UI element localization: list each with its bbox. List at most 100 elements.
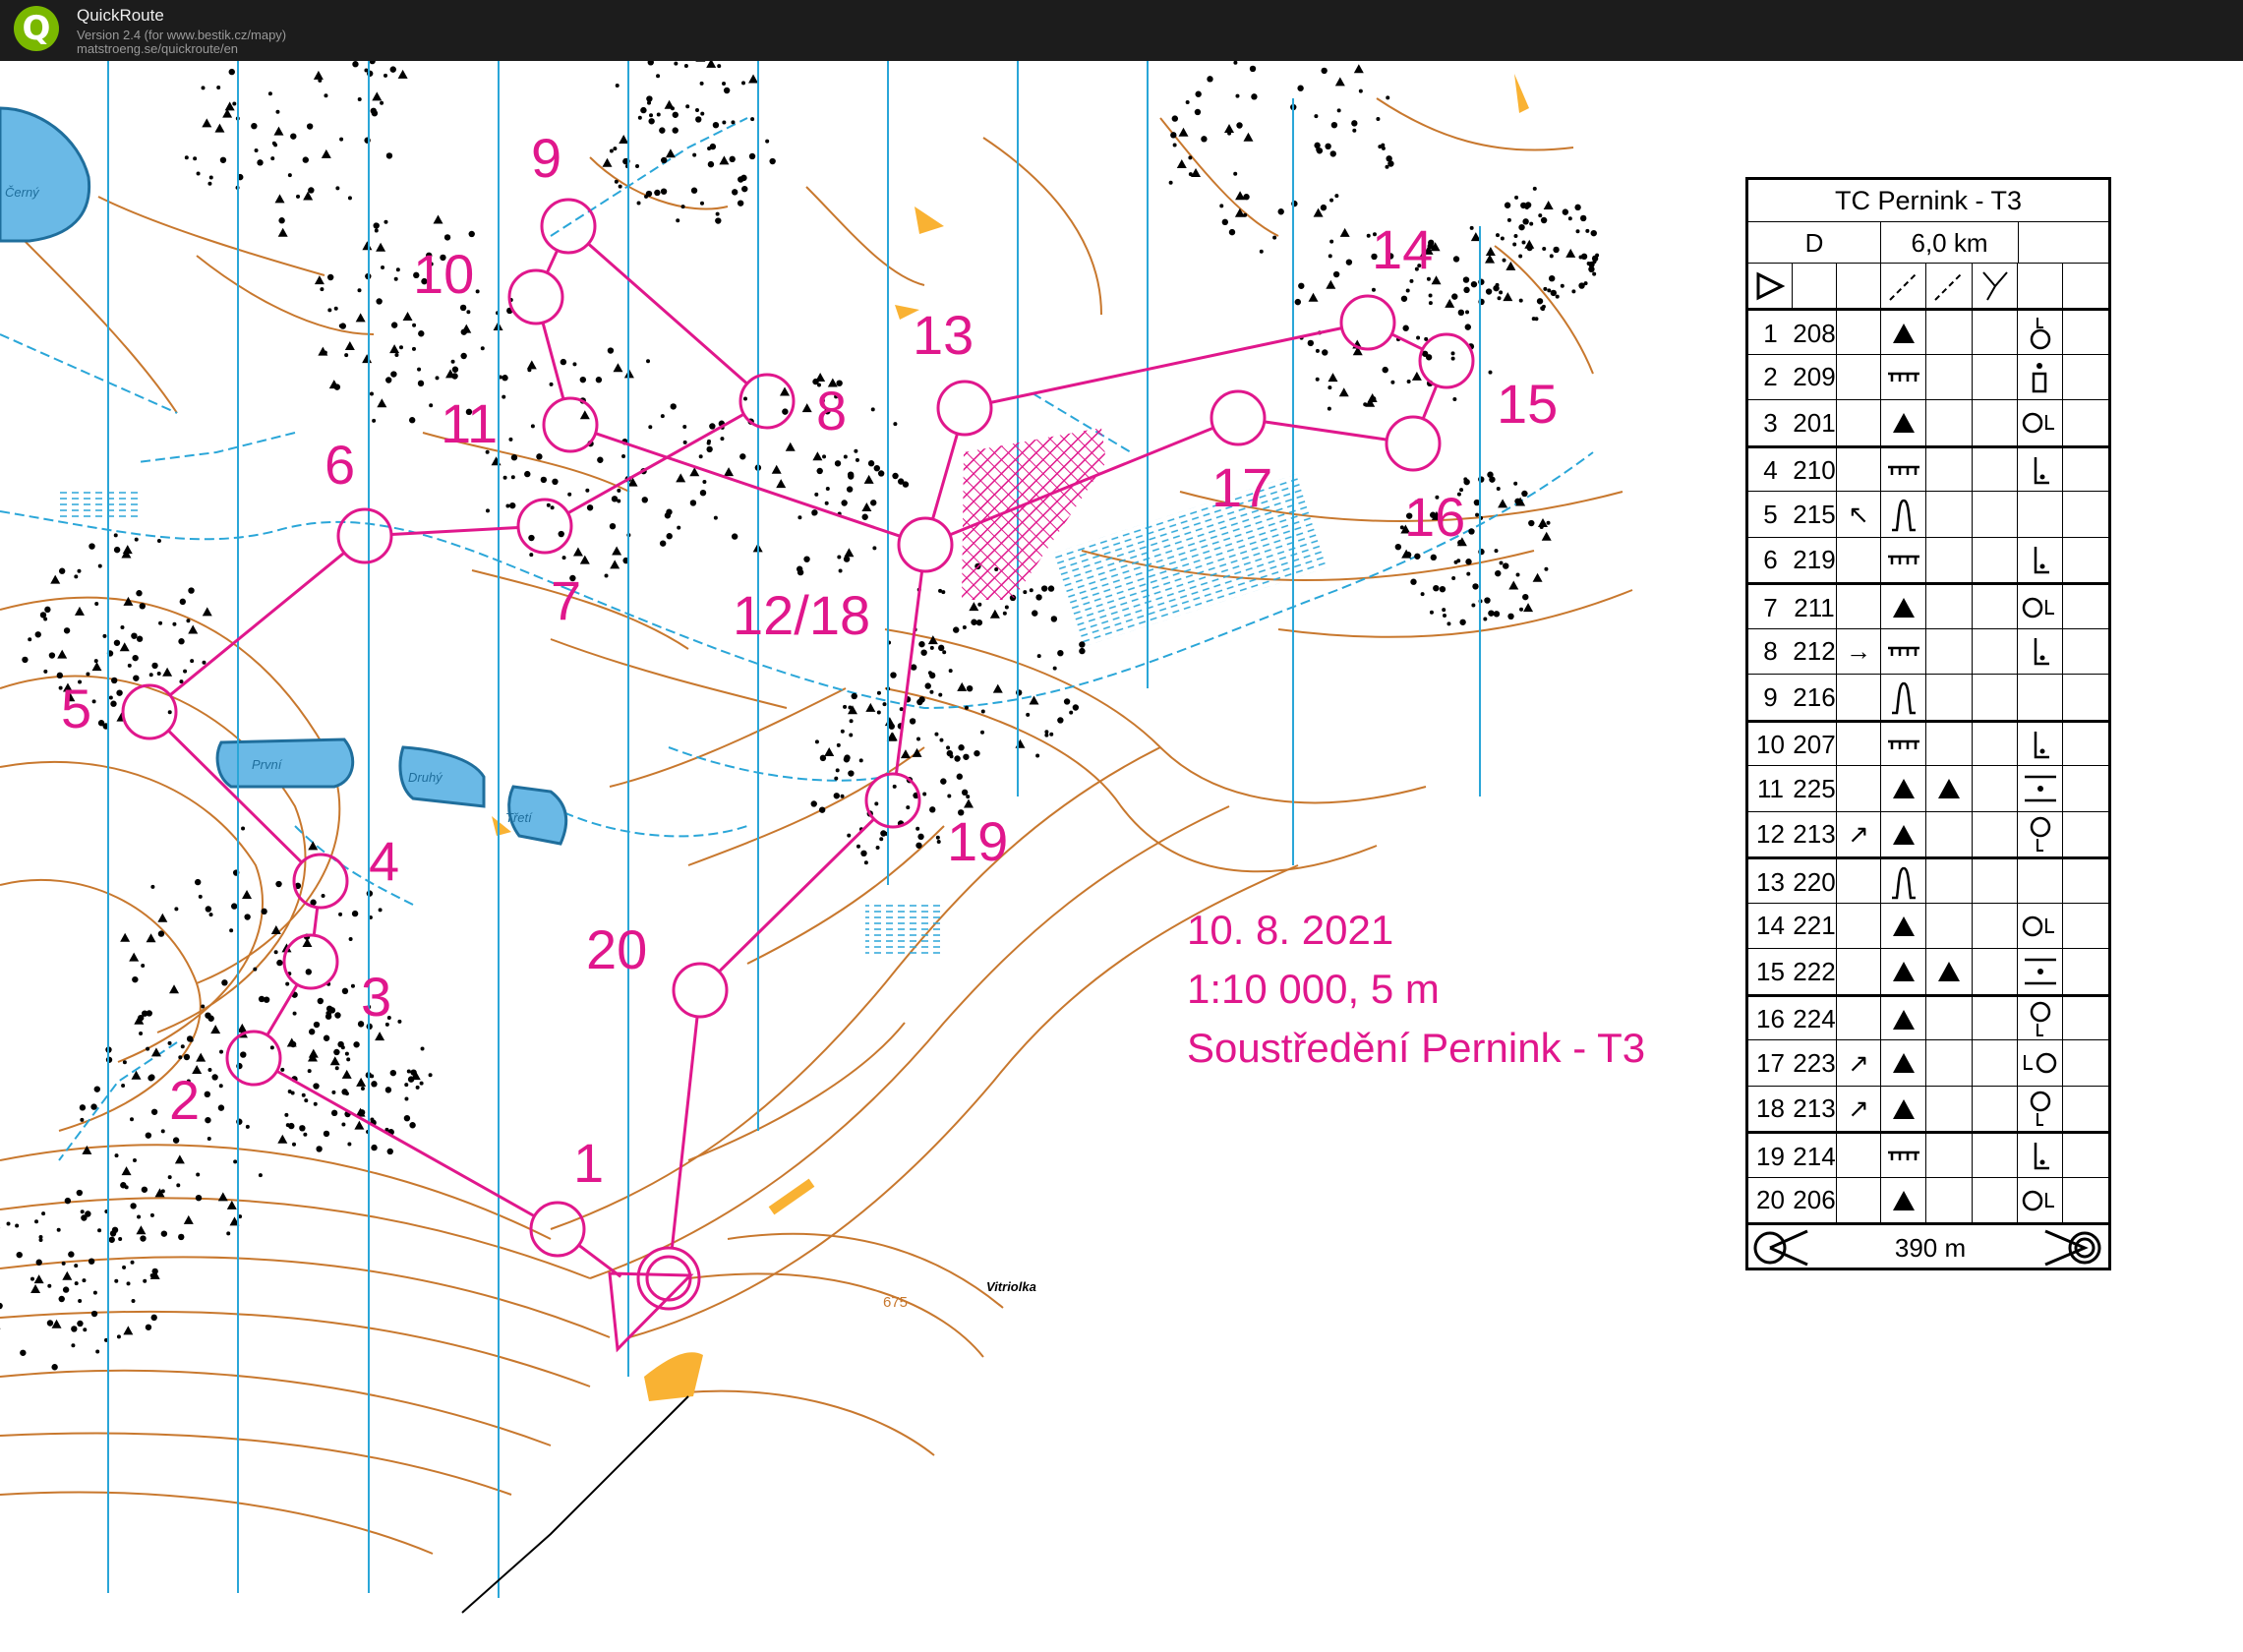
- rock-dot: [816, 467, 823, 475]
- rock-dot: [1574, 204, 1581, 211]
- control-code: 225: [1793, 766, 1837, 812]
- rock-dot: [102, 633, 107, 638]
- rock-dot: [338, 324, 343, 328]
- feature-symbol-cell: [1881, 628, 1926, 675]
- feature-symbol-cell-2: [1926, 585, 1973, 631]
- rock-dot: [90, 1310, 98, 1318]
- rock-dot: [672, 127, 679, 134]
- rock-dot: [384, 73, 388, 78]
- description-row: 19 214: [1748, 1131, 2108, 1180]
- rock-dot: [480, 346, 485, 351]
- appearance-cell: [1973, 675, 2018, 721]
- rock-dot: [261, 908, 267, 915]
- rock-dot: [1050, 616, 1058, 622]
- rock-dot: [394, 352, 399, 357]
- rock-dot: [1542, 246, 1547, 251]
- rock-dot: [870, 500, 877, 506]
- rock-dot: [1410, 578, 1417, 585]
- description-row: 1 208: [1748, 308, 2108, 357]
- rock-dot: [618, 184, 622, 189]
- rock-dot: [393, 276, 398, 281]
- rock-dot: [1185, 99, 1190, 104]
- rock-dot: [1465, 559, 1472, 565]
- rock-dot: [371, 109, 379, 117]
- boulder-icon: [1892, 824, 1915, 845]
- cliff-icon: [1887, 465, 1919, 475]
- feature-symbol-cell-2: [1926, 628, 1973, 675]
- rock-dot: [1528, 519, 1535, 527]
- appearance-cell: [1973, 628, 2018, 675]
- rock-dot: [1366, 233, 1371, 238]
- rock-dot: [877, 470, 885, 477]
- rock-dot: [136, 590, 143, 597]
- rock-dot: [561, 556, 566, 560]
- rock-dot: [906, 805, 911, 810]
- rock-dot: [1547, 288, 1552, 293]
- rock-dot: [1469, 225, 1474, 230]
- rock-dot: [139, 603, 146, 610]
- rock-dot: [411, 346, 416, 351]
- description-row: 3 201: [1748, 399, 2108, 446]
- rock-dot: [940, 778, 947, 785]
- rock-dot: [1069, 710, 1074, 715]
- rock-dot: [695, 116, 702, 123]
- rock-dot: [145, 1324, 152, 1330]
- rock-dot: [825, 487, 830, 492]
- rock-dot: [271, 141, 276, 146]
- rock-dot: [875, 846, 880, 851]
- rock-dot: [420, 1046, 425, 1051]
- rock-dot: [706, 445, 713, 453]
- rock-dot: [325, 1005, 333, 1013]
- position-foot-icon: [2034, 731, 2049, 758]
- rock-dot: [130, 1260, 135, 1265]
- rock-dot: [840, 729, 845, 734]
- rock-dot: [371, 1144, 378, 1151]
- rock-dot: [922, 792, 927, 796]
- rock-dot: [127, 663, 132, 668]
- rock-dot: [143, 1278, 148, 1283]
- rock-dot: [218, 1084, 223, 1089]
- feature-symbol-cell-2: [1926, 1177, 1973, 1223]
- other-info-cell: [2063, 629, 2108, 676]
- other-info-cell: [2063, 1134, 2108, 1180]
- rock-dot: [211, 1074, 218, 1081]
- rock-dot: [341, 987, 349, 995]
- rock-dot: [915, 826, 920, 831]
- rock-dot: [613, 147, 618, 151]
- control-code: 213: [1793, 1086, 1837, 1132]
- rock-dot: [1425, 354, 1433, 361]
- rock-dot: [1499, 560, 1504, 565]
- rock-dot: [324, 93, 328, 98]
- description-row: 12 213 ↗: [1748, 810, 2108, 857]
- rock-dot: [964, 705, 969, 710]
- rock-dot: [1322, 349, 1328, 356]
- rock-dot: [146, 1046, 150, 1051]
- rock-dot: [1332, 270, 1340, 278]
- rock-dot: [429, 403, 434, 408]
- rock-dot: [146, 1010, 152, 1017]
- rock-dot: [1540, 216, 1548, 224]
- rock-dot: [1378, 145, 1383, 149]
- rock-dot: [1504, 202, 1511, 208]
- rock-dot: [64, 1197, 72, 1205]
- rock-dot: [941, 590, 946, 595]
- rock-dot: [980, 709, 985, 714]
- rock-dot: [1507, 613, 1514, 620]
- rock-dot: [316, 1146, 323, 1152]
- event-name: Soustředění Pernink - T3: [1187, 1025, 1646, 1071]
- rock-dot: [698, 454, 703, 459]
- rock-dot: [1546, 520, 1551, 525]
- rock-dot: [1503, 562, 1509, 569]
- rock-dot: [1249, 65, 1257, 73]
- rock-dot: [179, 598, 187, 606]
- rock-dot: [307, 1069, 312, 1074]
- rock-dot: [1453, 560, 1458, 564]
- rock-dot: [1484, 597, 1491, 604]
- rock-dot: [93, 1086, 100, 1092]
- direction-indicator: ↖: [1837, 492, 1881, 538]
- rock-dot: [357, 288, 362, 293]
- rock-dot: [82, 1278, 87, 1283]
- rock-dot: [1560, 283, 1564, 288]
- category-cell: D: [1748, 222, 1881, 264]
- control-number: 1: [1763, 318, 1778, 348]
